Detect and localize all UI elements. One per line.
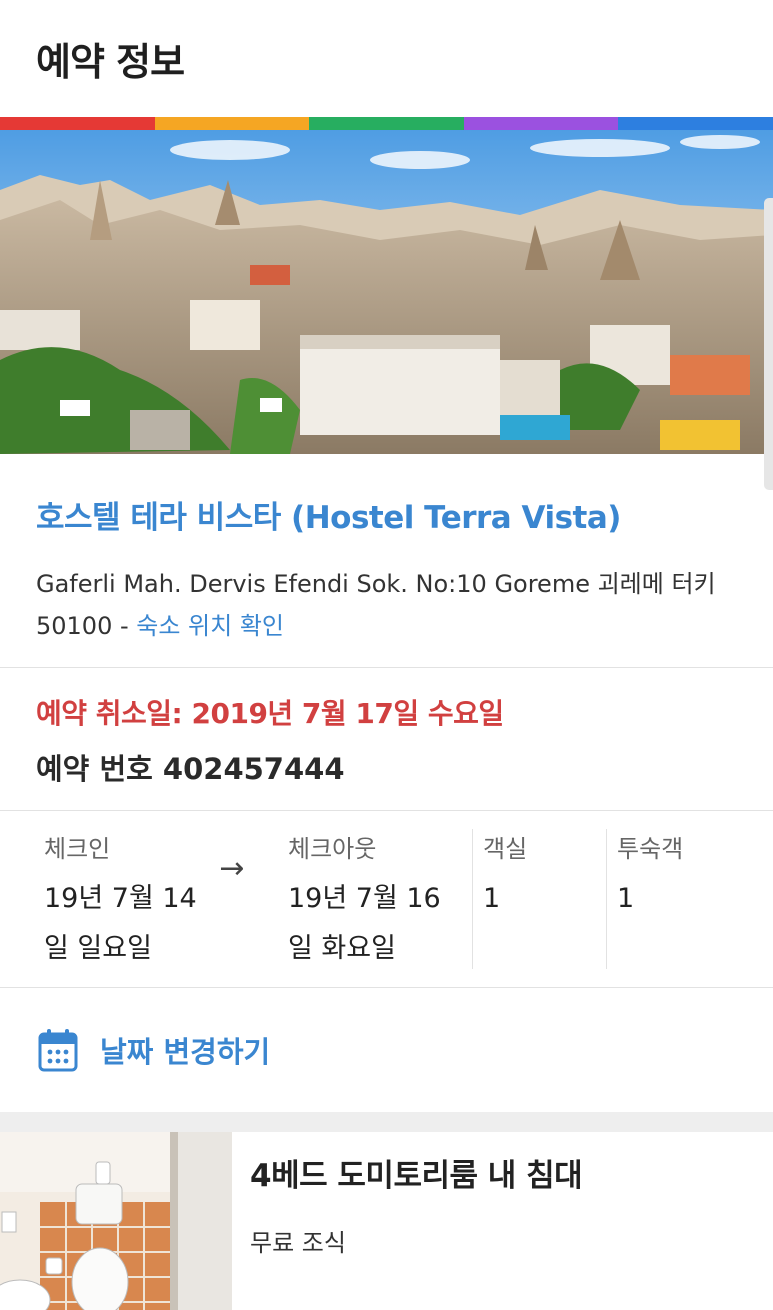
- rooms-block: 객실 1: [472, 829, 606, 969]
- checkin-date-line1: 19년 7월 14: [44, 883, 197, 914]
- guests-label: 투숙객: [617, 835, 684, 863]
- color-segment-blue: [618, 117, 773, 130]
- checkout-date-line1: 19년 7월 16: [288, 883, 441, 914]
- meal-plan: 무료 조식: [250, 1229, 346, 1257]
- hotel-address: Gaferli Mah. Dervis Efendi Sok. No:10 Go…: [36, 563, 737, 647]
- checkout-label: 체크아웃: [288, 835, 377, 863]
- section-gap: [0, 1112, 773, 1132]
- checkin-label: 체크인: [44, 835, 111, 863]
- page-title: 예약 정보: [36, 40, 185, 84]
- color-segment-orange: [154, 117, 310, 130]
- booking-number: 예약 번호 402457444: [36, 752, 345, 786]
- view-location-link[interactable]: 숙소 위치 확인: [136, 612, 284, 640]
- hotel-photo[interactable]: [0, 130, 773, 454]
- room-photo[interactable]: [0, 1132, 232, 1310]
- cancellation-date: 예약 취소일: 2019년 7월 17일 수요일: [36, 697, 504, 730]
- color-segment-green: [309, 117, 464, 130]
- stay-details: 체크인 19년 7월 14 일 일요일 → 체크아웃 19년 7월 16 일 화…: [0, 811, 773, 987]
- booking-status-section: 예약 취소일: 2019년 7월 17일 수요일 예약 번호 402457444: [0, 668, 773, 810]
- hotel-name[interactable]: 호스텔 테라 비스타 (Hostel Terra Vista): [36, 492, 737, 537]
- room-card[interactable]: 4베드 도미토리룸 내 침대 무료 조식: [0, 1132, 773, 1310]
- checkout-block: 체크아웃 19년 7월 16 일 화요일: [264, 829, 472, 987]
- change-dates-label: 날짜 변경하기: [100, 1035, 271, 1069]
- rooms-label: 객실: [483, 835, 528, 863]
- checkin-block: 체크인 19년 7월 14 일 일요일: [0, 829, 200, 987]
- guests-block: 투숙객 1: [606, 829, 773, 969]
- checkout-date-line2: 일 화요일: [288, 933, 396, 964]
- hotel-section: 호스텔 테라 비스타 (Hostel Terra Vista) Gaferli …: [0, 454, 773, 647]
- room-photo-illustration: [0, 1132, 232, 1310]
- room-info: 4베드 도미토리룸 내 침대 무료 조식: [232, 1132, 583, 1310]
- color-segment-purple: [463, 117, 619, 130]
- scrollbar-handle[interactable]: [764, 198, 773, 490]
- rooms-count: 1: [483, 883, 501, 914]
- hotel-photo-illustration: [0, 130, 773, 454]
- room-name: 4베드 도미토리룸 내 침대: [250, 1158, 583, 1194]
- change-dates-button[interactable]: 날짜 변경하기: [0, 988, 773, 1112]
- color-segment-red: [0, 117, 155, 130]
- checkin-date-line2: 일 일요일: [44, 933, 152, 964]
- calendar-icon: [38, 1029, 78, 1072]
- arrow-right-icon: →: [219, 851, 245, 886]
- brand-color-bar: [0, 117, 773, 130]
- page-header: 예약 정보: [0, 0, 773, 117]
- guests-count: 1: [617, 883, 635, 914]
